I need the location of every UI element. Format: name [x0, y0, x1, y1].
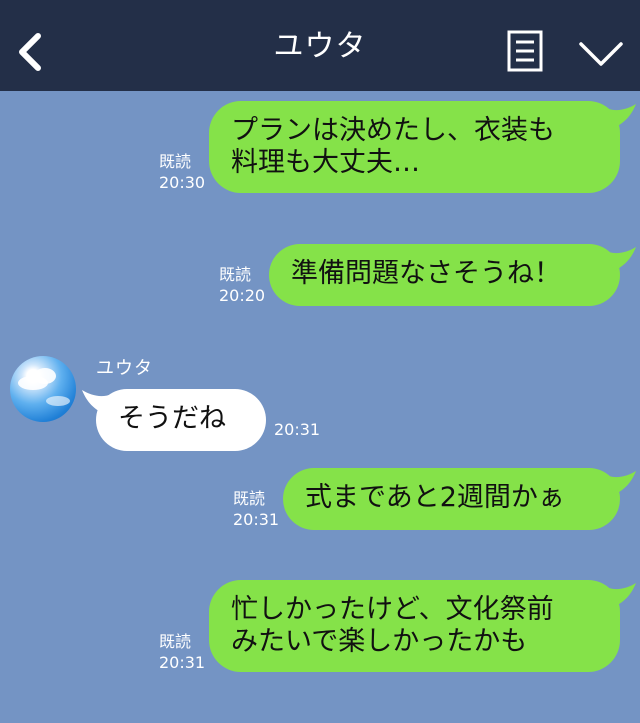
chat-header: ユウタ	[0, 0, 640, 91]
outgoing-message-bubble[interactable]: 忙しかったけど、文化祭前 みたいで楽しかったかも	[209, 580, 620, 672]
message-time: 20:31	[233, 510, 280, 529]
bubble-tail	[606, 104, 636, 128]
read-receipt: 既読	[159, 632, 192, 651]
message-meta: 既読 20:20	[219, 264, 265, 306]
chevron-down-icon[interactable]	[578, 40, 624, 68]
message-meta: 既読 20:30	[159, 151, 205, 193]
message-text-line: みたいで楽しかったかも	[231, 626, 528, 657]
message-time: 20:31	[159, 653, 206, 672]
message-time: 20:30	[159, 173, 206, 192]
list-icon[interactable]	[507, 30, 543, 72]
read-receipt: 既読	[159, 152, 192, 171]
incoming-message-bubble[interactable]: そうだね	[96, 389, 266, 451]
message-text-line: 準備問題なさそうね！	[291, 258, 561, 289]
chat-title: ユウタ	[273, 29, 367, 64]
avatar[interactable]	[10, 356, 76, 422]
outgoing-message-bubble[interactable]: 式まであと2週間かぁ	[283, 468, 620, 530]
message-meta: 既読 20:31	[159, 631, 205, 673]
message-text-line: 料理も大丈夫…	[231, 147, 420, 178]
message-text-line: プランは決めたし、衣装も	[231, 115, 555, 146]
message-text-line: 忙しかったけど、文化祭前	[231, 594, 554, 625]
sender-name: ユウタ	[96, 358, 153, 379]
message-text-line: 式まであと2週間かぁ	[305, 482, 565, 513]
outgoing-message-bubble[interactable]: プランは決めたし、衣装も 料理も大丈夫…	[209, 101, 620, 193]
read-receipt: 既読	[219, 265, 252, 284]
bubble-tail	[606, 247, 636, 271]
bubble-tail	[606, 583, 636, 607]
outgoing-message-bubble[interactable]: 準備問題なさそうね！	[269, 244, 620, 306]
message-time: 20:31	[274, 420, 321, 439]
message-text-line: そうだね	[118, 403, 226, 434]
message-time: 20:20	[219, 286, 266, 305]
message-meta: 既読 20:31	[233, 488, 279, 530]
read-receipt: 既読	[233, 489, 266, 508]
bubble-tail	[606, 471, 636, 495]
